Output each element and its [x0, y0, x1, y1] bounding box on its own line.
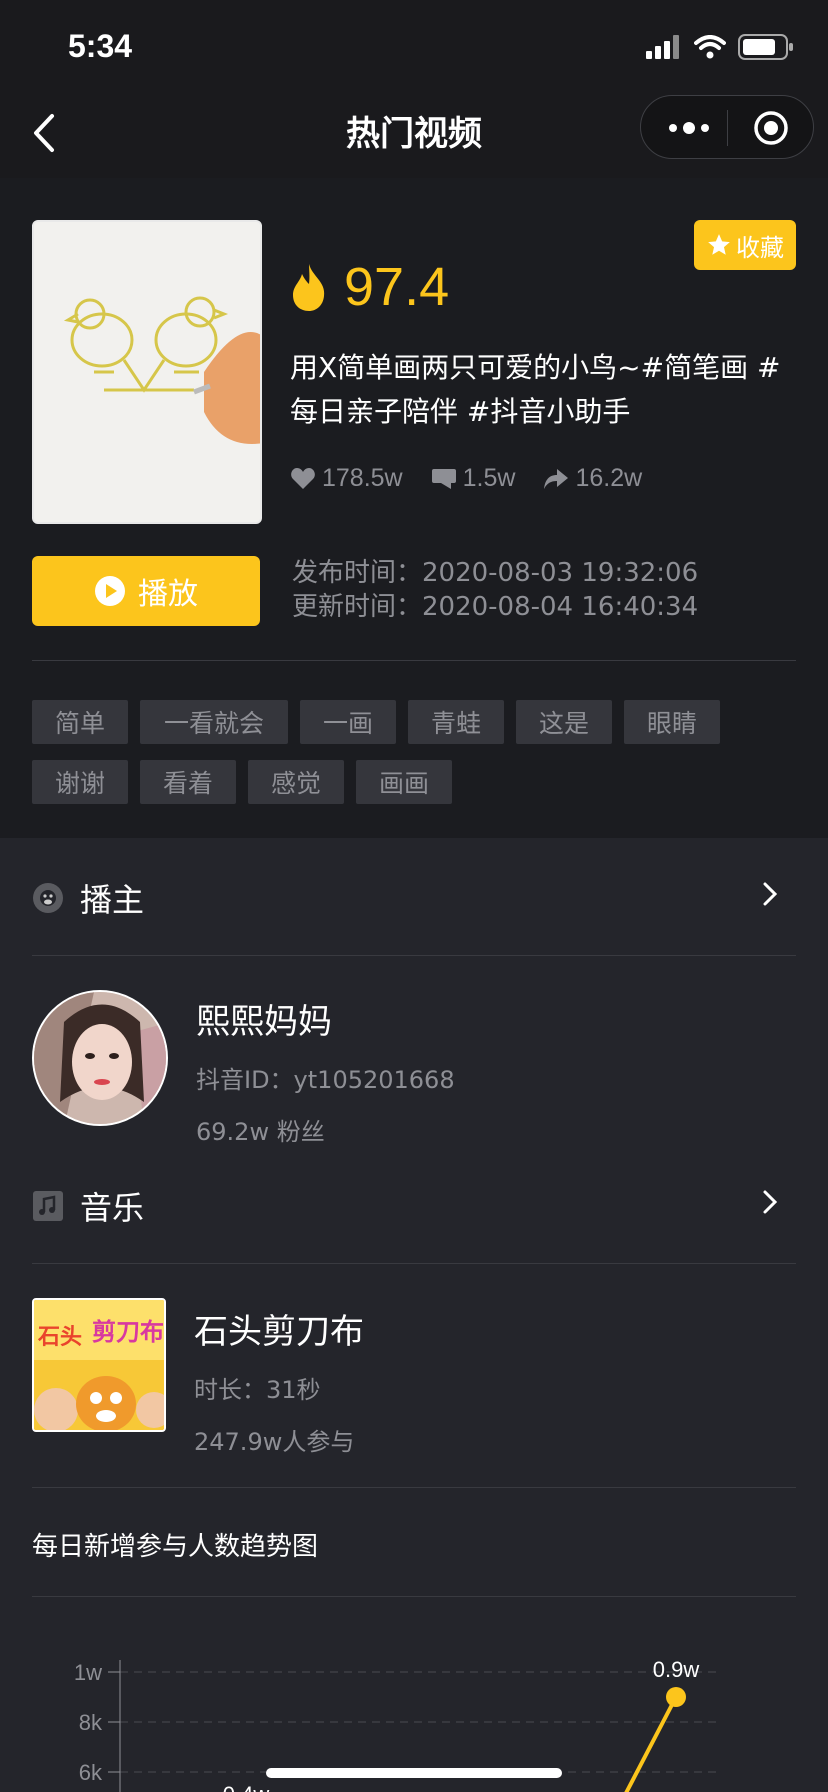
comments-count: 1.5w [462, 464, 516, 492]
svg-text:石头: 石头 [37, 1325, 82, 1350]
battery-icon [738, 34, 793, 60]
chevron-right-icon [763, 882, 778, 906]
home-indicator [266, 1768, 562, 1778]
divider [32, 1487, 796, 1488]
video-times: 发布时间：2020-08-03 19:32:06 更新时间：2020-08-04… [292, 556, 698, 624]
tag[interactable]: 一看就会 [140, 700, 288, 744]
y-tick-label: 8k [79, 1710, 103, 1735]
status-time: 5:34 [68, 28, 133, 64]
series-line [624, 1696, 678, 1792]
bird-drawing-image [34, 222, 260, 522]
video-info-section: 收藏 97.4 用X简单画两只可爱的小鸟~#简笔画 #每日亲子陪伴 #抖音小助手… [0, 178, 828, 838]
close-miniprogram-icon[interactable] [753, 110, 789, 146]
tag[interactable]: 画画 [356, 760, 452, 804]
data-label: 0.9w [653, 1657, 700, 1682]
tag[interactable]: 这是 [516, 700, 612, 744]
tag[interactable]: 看着 [140, 760, 236, 804]
song-participants: 247.9w人参与 [194, 1428, 355, 1456]
tag[interactable]: 青蛙 [408, 700, 504, 744]
publish-time: 发布时间：2020-08-03 19:32:06 [292, 558, 699, 588]
capsule-divider [727, 110, 728, 146]
heart-icon [291, 467, 315, 489]
wifi-icon [694, 35, 726, 59]
play-icon [95, 576, 125, 606]
miniprogram-capsule [640, 95, 814, 159]
song-title: 石头剪刀布 [194, 1312, 364, 1352]
heat-value: 97.4 [344, 257, 450, 317]
video-stats: 178.5w 1.5w 16.2w [290, 464, 642, 493]
comment-icon [431, 468, 456, 489]
song-duration: 时长：31秒 [194, 1376, 321, 1404]
author-name: 熙熙妈妈 [196, 1002, 332, 1042]
star-icon [708, 234, 730, 255]
comments-stat: 1.5w [431, 464, 516, 493]
y-tick-label: 6k [79, 1760, 103, 1785]
chart-title: 每日新增参与人数趋势图 [32, 1532, 319, 1562]
tag[interactable]: 简单 [32, 700, 128, 744]
shares-count: 16.2w [575, 464, 643, 492]
video-description: 用X简单画两只可爱的小鸟~#简笔画 #每日亲子陪伴 #抖音小助手 [290, 351, 781, 428]
tag[interactable]: 一画 [300, 700, 396, 744]
heat-score: 97.4 [290, 256, 449, 318]
more-icon[interactable] [661, 112, 717, 144]
signal-icon [646, 35, 679, 59]
svg-text:剪刀布: 剪刀布 [92, 1318, 164, 1346]
favorite-button[interactable]: 收藏 [694, 220, 796, 270]
divider [32, 955, 796, 956]
music-section-title: 音乐 [80, 1189, 145, 1227]
share-icon [544, 468, 569, 489]
tag[interactable]: 谢谢 [32, 760, 128, 804]
author-section-title: 播主 [80, 881, 145, 919]
likes-count: 178.5w [322, 464, 403, 492]
fire-icon [293, 264, 325, 311]
shares-stat: 16.2w [543, 464, 642, 493]
divider [32, 660, 796, 661]
avatar-image [34, 992, 166, 1124]
avatar[interactable] [32, 990, 168, 1126]
favorite-label: 收藏 [736, 233, 784, 262]
divider [32, 1596, 796, 1597]
nav-bar: 热门视频 [0, 88, 828, 178]
music-note-icon [33, 1191, 63, 1221]
tag-list: 简单 一看就会 一画 青蛙 这是 眼睛 谢谢 看着 感觉 画画 [32, 700, 802, 804]
author-followers: 69.2w 粉丝 [196, 1118, 325, 1146]
play-button[interactable]: 播放 [32, 556, 260, 626]
status-icons [646, 34, 794, 60]
music-section-header[interactable]: 音乐 [32, 1176, 796, 1236]
likes-stat: 178.5w [290, 464, 403, 493]
tag[interactable]: 感觉 [248, 760, 344, 804]
tag[interactable]: 眼睛 [624, 700, 720, 744]
data-point[interactable] [666, 1687, 686, 1707]
author-section-header[interactable]: 播主 [32, 868, 796, 928]
chevron-right-icon [763, 1190, 778, 1214]
update-time: 更新时间：2020-08-04 16:40:34 [292, 592, 699, 622]
monkey-icon [33, 883, 63, 913]
play-label: 播放 [138, 577, 198, 612]
music-cover-image: 石头 剪刀布 [34, 1300, 164, 1430]
music-cover[interactable]: 石头 剪刀布 [32, 1298, 166, 1432]
status-bar: 5:34 [0, 0, 828, 88]
author-douyin-id: 抖音ID：yt105201668 [196, 1066, 455, 1094]
data-label: 0.4w [223, 1782, 270, 1792]
y-tick-label: 1w [74, 1660, 102, 1685]
video-thumbnail[interactable] [32, 220, 262, 524]
divider [32, 1263, 796, 1264]
